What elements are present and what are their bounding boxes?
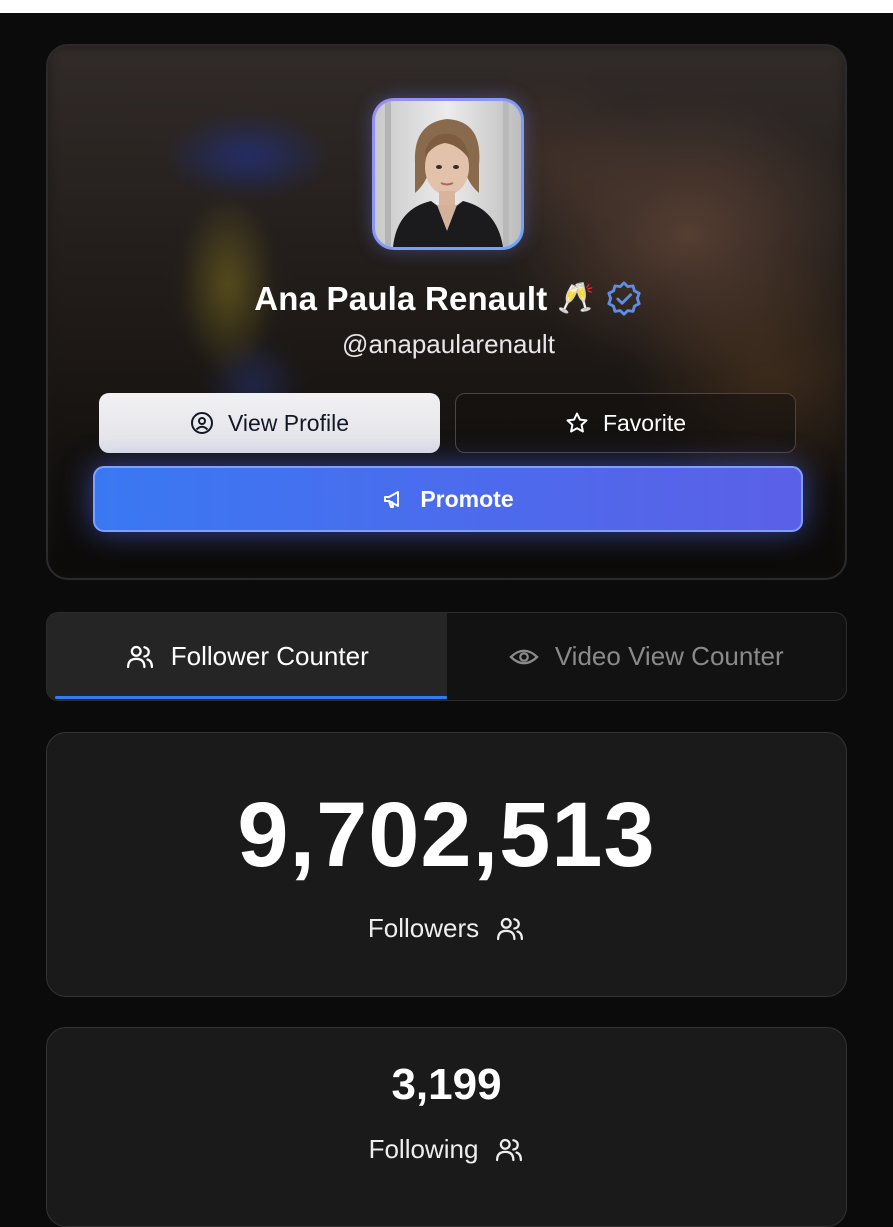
following-label-row: Following (47, 1134, 846, 1165)
users-icon (126, 645, 153, 668)
view-profile-button[interactable]: View Profile (99, 393, 440, 453)
tab-follower-counter[interactable]: Follower Counter (47, 613, 447, 700)
megaphone-icon (384, 491, 400, 508)
followers-label: Followers (367, 913, 480, 943)
following-count: 3,199 (391, 1060, 502, 1109)
verified-badge-icon (607, 281, 641, 316)
avatar-image (375, 101, 521, 247)
counter-tabs: Follower Counter Video View Counter (46, 612, 847, 701)
promote-button[interactable]: Promote (93, 466, 803, 532)
champagne-toast-icon: 🥂 (557, 282, 595, 315)
tab-video-view-counter[interactable]: Video View Counter (447, 613, 847, 700)
tab-video-view-counter-label: Video View Counter (554, 641, 784, 671)
profile-handle: @anapaularenault (342, 329, 555, 359)
favorite-label: Favorite (602, 409, 687, 436)
followers-count: 9,702,513 (237, 784, 656, 886)
users-icon (497, 917, 524, 940)
followers-label-row: Followers (47, 913, 846, 944)
eye-icon (509, 649, 539, 664)
profile-name: Ana Paula Renault (254, 280, 548, 317)
favorite-button[interactable]: Favorite (455, 393, 796, 453)
following-card: 3,199 Following (46, 1027, 847, 1227)
star-icon (566, 412, 588, 433)
user-circle-icon (190, 412, 213, 434)
following-label: Following (368, 1134, 479, 1164)
followers-card: 9,702,513 Followers (46, 732, 847, 997)
view-profile-label: View Profile (227, 409, 350, 436)
profile-name-row: Ana Paula Renault 🥂 (48, 278, 845, 320)
profile-card: Ana Paula Renault 🥂 @anapaularenault Vie… (46, 44, 847, 580)
status-bar-strip (0, 0, 893, 13)
promote-label: Promote (420, 485, 514, 512)
tab-follower-counter-label: Follower Counter (170, 641, 369, 671)
users-icon (496, 1138, 523, 1161)
avatar[interactable] (372, 98, 524, 250)
